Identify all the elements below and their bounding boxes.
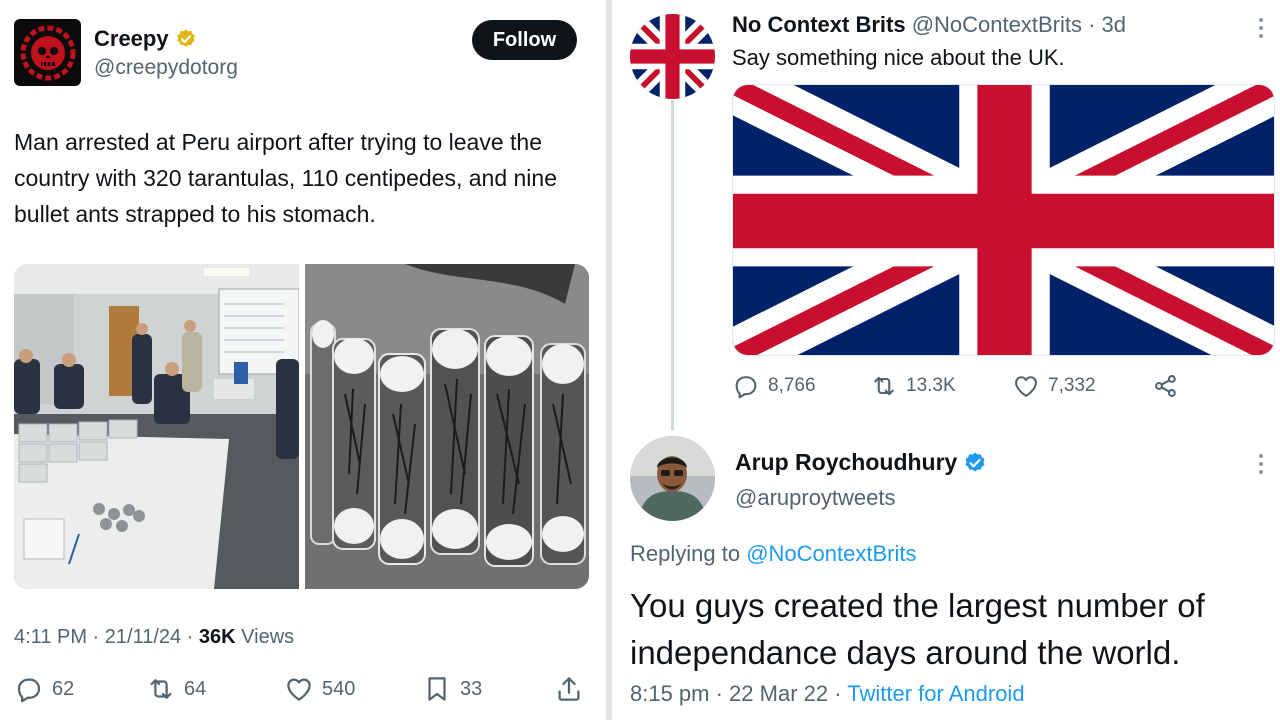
tweet1-text: Say something nice about the UK. xyxy=(732,45,1065,70)
tweet1-more-icon[interactable] xyxy=(1252,14,1270,42)
verified-blue-icon xyxy=(965,452,985,471)
nocontextbrits-avatar[interactable] xyxy=(630,14,715,99)
tweet-photo-office[interactable] xyxy=(14,264,299,589)
author-name[interactable]: Creepy xyxy=(94,26,197,52)
tweet1-like-count: 7,332 xyxy=(1048,375,1096,396)
reply-icon xyxy=(17,678,41,703)
tweet1-age[interactable]: · 3d xyxy=(1082,12,1126,37)
tweet-text: Man arrested at Peru airport after tryin… xyxy=(14,129,557,227)
tweet2-author[interactable]: Arup Roychoudhury xyxy=(735,449,987,476)
union-jack-flag xyxy=(733,85,1274,355)
tweet2-metadata: 8:15 pm · 22 Mar 22 · Twitter for Androi… xyxy=(630,681,1025,707)
tweet1-share-button[interactable] xyxy=(1152,372,1180,400)
verified-gold-icon xyxy=(176,29,195,47)
tweet1-author-name[interactable]: No Context Brits xyxy=(732,12,906,37)
share-button[interactable] xyxy=(554,674,584,704)
tweet1-reply-count: 8,766 xyxy=(768,375,816,396)
tweet2-time[interactable]: 8:15 pm · 22 Mar 22 · xyxy=(630,681,847,706)
share-icon xyxy=(558,677,580,701)
author-handle[interactable]: @creepydotorg xyxy=(94,56,238,80)
like-icon xyxy=(287,678,311,701)
tweet-time[interactable]: 4:11 PM · 21/11/24 · xyxy=(14,626,199,648)
tweet1-retweet-count: 13.3K xyxy=(906,375,956,396)
like-button[interactable]: 540 xyxy=(284,674,355,704)
tweet-metadata: 4:11 PM · 21/11/24 · 36K Views xyxy=(14,626,294,649)
person-avatar-icon xyxy=(630,436,715,521)
tweet1-like-button[interactable]: 7,332 xyxy=(1012,372,1096,400)
tweet1-header: No Context Brits @NoContextBrits · 3d xyxy=(732,12,1126,38)
share-nodes-icon xyxy=(1155,375,1176,397)
tweet1-retweet-button[interactable]: 13.3K xyxy=(870,372,956,400)
replying-handle-link[interactable]: @NoContextBrits xyxy=(746,541,916,566)
tweet-actions-bar: 62 64 540 33 xyxy=(14,674,594,710)
thread-connector xyxy=(671,100,674,430)
views-count: 36K xyxy=(198,626,236,648)
arup-avatar[interactable] xyxy=(630,436,715,521)
bookmark-count: 33 xyxy=(460,677,483,700)
reply-button[interactable]: 62 xyxy=(14,674,74,704)
tweet-photo-vials[interactable] xyxy=(305,264,589,589)
vials-photo-illustration xyxy=(305,264,589,589)
tweet1-union-jack-image[interactable] xyxy=(732,84,1275,356)
bookmark-button[interactable]: 33 xyxy=(422,674,482,704)
tweet2-text: You guys created the largest number of i… xyxy=(630,587,1205,671)
views-label: Views xyxy=(235,626,295,648)
reply-icon xyxy=(735,376,757,399)
replying-to: Replying to @NoContextBrits xyxy=(630,541,916,567)
creepy-avatar[interactable] xyxy=(14,19,81,86)
like-icon xyxy=(1015,376,1037,397)
reply-count: 62 xyxy=(52,677,75,700)
right-thread-panel: No Context Brits @NoContextBrits · 3d Sa… xyxy=(612,0,1280,720)
follow-button[interactable]: Follow xyxy=(472,20,577,60)
tweet2-source-link[interactable]: Twitter for Android xyxy=(847,681,1024,706)
retweet-icon xyxy=(150,679,172,699)
tweet1-author-handle[interactable]: @NoContextBrits xyxy=(912,12,1082,37)
left-tweet-panel: Creepy @creepydotorg Follow Man arrested… xyxy=(0,0,606,720)
tweet2-author-name[interactable]: Arup Roychoudhury xyxy=(735,449,957,476)
bookmark-icon xyxy=(428,677,446,701)
retweet-button[interactable]: 64 xyxy=(146,674,206,704)
tweet2-author-handle[interactable]: @aruproytweets xyxy=(735,485,896,511)
office-photo-illustration xyxy=(14,264,299,589)
retweet-count: 64 xyxy=(184,677,207,700)
like-count: 540 xyxy=(322,677,356,700)
tweet2-more-icon[interactable] xyxy=(1252,450,1270,478)
retweet-icon xyxy=(874,376,894,396)
union-flag-avatar-icon xyxy=(630,14,715,99)
author-name-text[interactable]: Creepy xyxy=(94,26,169,52)
replying-prefix: Replying to xyxy=(630,541,747,566)
tweet1-reply-button[interactable]: 8,766 xyxy=(732,372,816,400)
tweet1-actions-bar: 8,766 13.3K 7,332 xyxy=(732,372,1232,404)
skull-logo-icon xyxy=(20,25,75,80)
